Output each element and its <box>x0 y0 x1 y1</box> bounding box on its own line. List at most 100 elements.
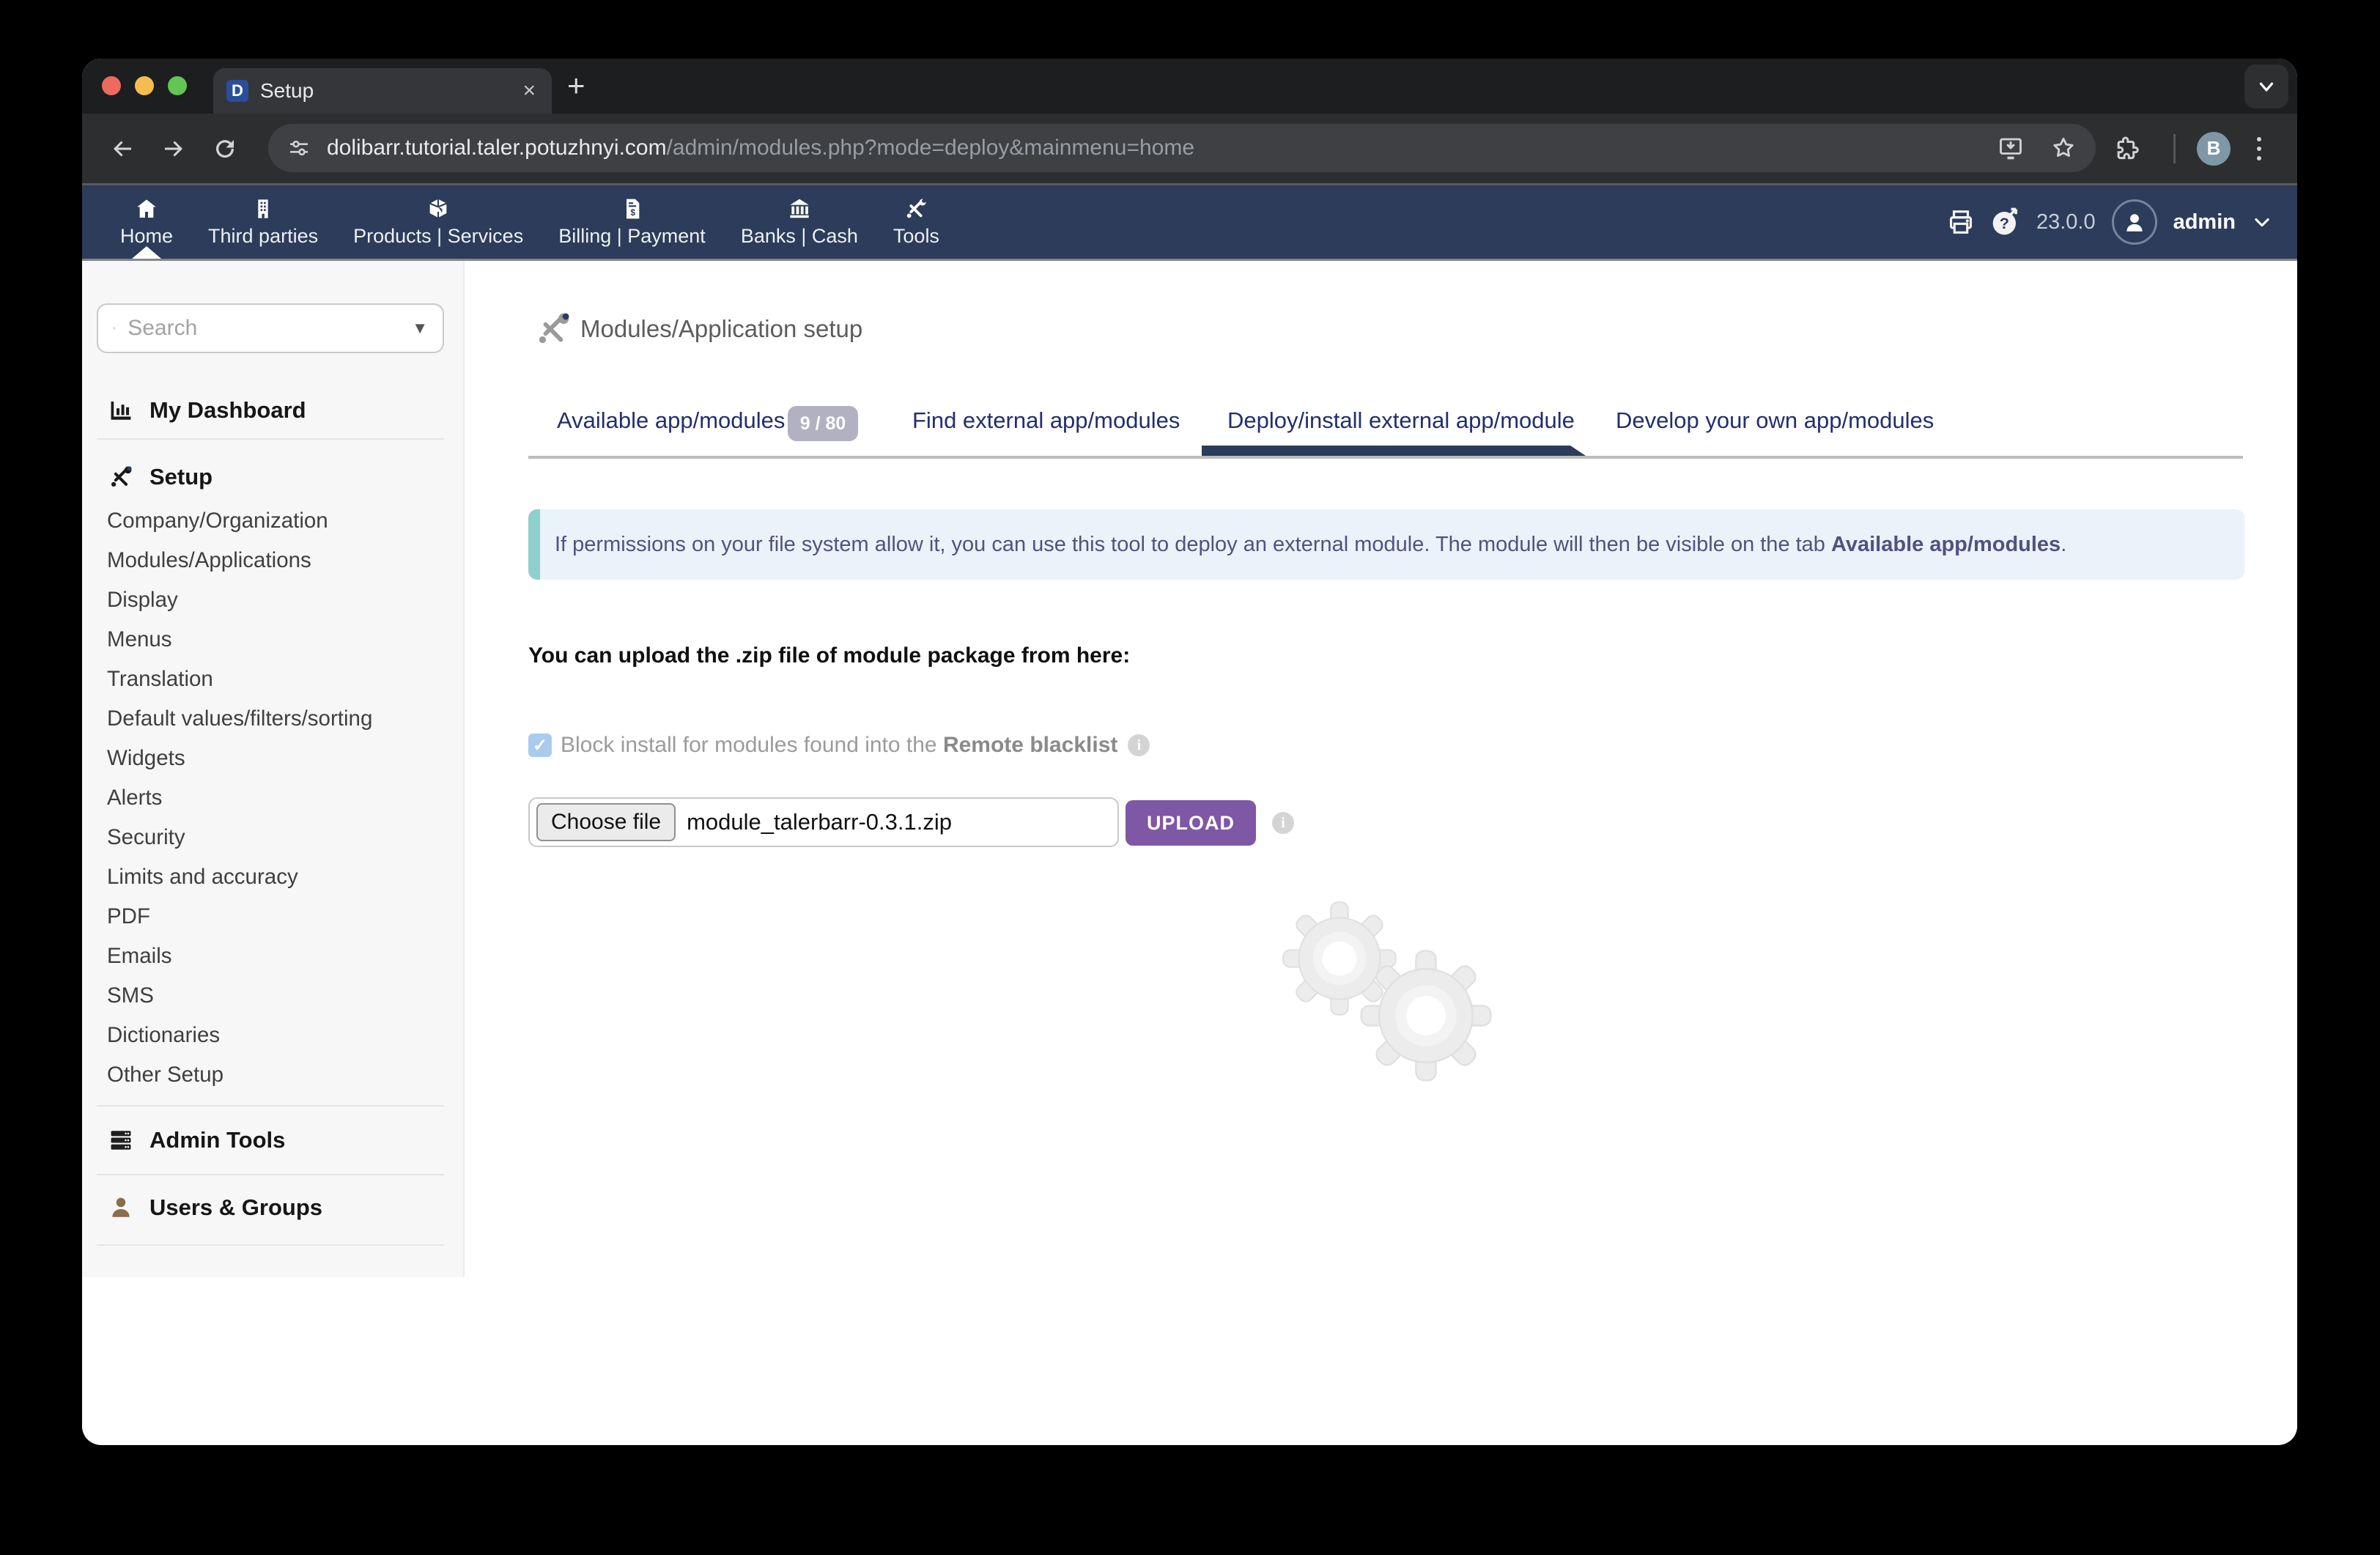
menu-item-tools[interactable]: Tools <box>876 185 957 259</box>
browser-tab[interactable]: D Setup × <box>213 68 552 114</box>
tab-close-icon[interactable]: × <box>522 78 536 103</box>
search-icon <box>113 317 116 340</box>
close-window-button[interactable] <box>102 76 121 95</box>
menu-item-banks-cash[interactable]: Banks | Cash <box>723 185 876 259</box>
print-icon[interactable] <box>1947 208 1975 236</box>
product-box-icon <box>426 197 450 221</box>
reload-icon <box>212 136 238 162</box>
top-menu-right: ? 23.0.0 admin <box>1947 185 2272 259</box>
tab-available-modules[interactable]: Available app/modules <box>557 407 785 434</box>
menu-item-billing-payment[interactable]: $ Billing | Payment <box>541 185 723 259</box>
menu-item-home[interactable]: Home <box>103 185 191 259</box>
upload-button[interactable]: UPLOAD <box>1126 800 1256 846</box>
sidebar-item-other-setup[interactable]: Other Setup <box>107 1055 372 1095</box>
tab-develop-own[interactable]: Develop your own app/modules <box>1616 407 1934 434</box>
sidebar-item-dictionaries[interactable]: Dictionaries <box>107 1016 372 1055</box>
sidebar-item-widgets[interactable]: Widgets <box>107 739 372 778</box>
tab-deploy-install[interactable]: Deploy/install external app/module <box>1227 407 1575 434</box>
dashboard-chart-icon <box>108 398 133 423</box>
blacklist-checkbox[interactable]: ✓ <box>528 734 552 757</box>
profile-avatar[interactable]: B <box>2197 114 2231 183</box>
sidebar-item-setup[interactable]: Setup <box>82 451 463 503</box>
user-icon <box>108 1195 133 1220</box>
blacklist-info-icon[interactable]: i <box>1128 734 1150 756</box>
dolibarr-top-menu: Home Third parties Products | Servi <box>82 185 2297 261</box>
logged-user-name[interactable]: admin <box>2173 210 2236 234</box>
upload-info-icon[interactable]: i <box>1272 812 1294 834</box>
sidebar-item-dashboard[interactable]: My Dashboard <box>82 385 463 436</box>
choose-file-button[interactable]: Choose file <box>536 803 676 841</box>
browser-window: D Setup × + <box>82 59 2297 1445</box>
three-dot-menu-icon <box>2257 137 2261 160</box>
left-sidebar: ▼ My Dashboard Setup <box>82 261 465 1277</box>
sidebar-item-company-organization[interactable]: Company/Organization <box>107 501 372 541</box>
desktop-background: D Setup × + <box>0 0 2380 1555</box>
menu-item-third-parties[interactable]: Third parties <box>191 185 336 259</box>
maximize-window-button[interactable] <box>168 76 187 95</box>
profile-initial: B <box>2197 132 2231 166</box>
url-path: /admin/modules.php?mode=deploy&mainmenu=… <box>667 136 1194 160</box>
sidebar-item-modules-applications[interactable]: Modules/Applications <box>107 541 372 580</box>
sidebar-divider <box>97 1244 444 1246</box>
sidebar-item-translation[interactable]: Translation <box>107 660 372 699</box>
help-icon[interactable]: ? <box>1991 207 2020 237</box>
sidebar-item-admin-tools[interactable]: Admin Tools <box>82 1115 463 1166</box>
install-app-icon[interactable] <box>1998 135 2024 161</box>
setup-tools-icon <box>108 465 133 490</box>
minimize-window-button[interactable] <box>135 76 154 95</box>
file-input[interactable]: Choose file module_talerbarr-0.3.1.zip <box>528 797 1119 847</box>
search-input[interactable] <box>126 315 412 341</box>
bill-icon: $ <box>621 197 644 221</box>
sidebar-item-menus[interactable]: Menus <box>107 620 372 660</box>
bank-icon <box>788 197 811 221</box>
tabbar-baseline <box>528 456 2243 459</box>
user-menu-chevron-icon[interactable] <box>2252 212 2272 232</box>
extensions-button[interactable] <box>2113 114 2141 183</box>
sidebar-item-security[interactable]: Security <box>107 818 372 857</box>
tab-search-chevron-button[interactable] <box>2244 64 2288 108</box>
new-tab-button[interactable]: + <box>567 70 585 101</box>
sidebar-divider <box>97 1105 444 1107</box>
bookmark-star-icon[interactable] <box>2050 135 2077 161</box>
tab-find-external[interactable]: Find external app/modules <box>912 407 1180 434</box>
reload-button[interactable] <box>207 114 243 183</box>
main-menu: Home Third parties Products | Servi <box>82 185 957 259</box>
svg-text:$: $ <box>630 207 635 217</box>
version-text: 23.0.0 <box>2036 210 2096 234</box>
user-avatar-icon[interactable] <box>2112 199 2157 245</box>
browser-toolbar: dolibarr.tutorial.taler.potuzhnyi.com/ad… <box>82 114 2297 183</box>
upload-instruction: You can upload the .zip file of module p… <box>528 643 1130 668</box>
menu-item-products-services[interactable]: Products | Services <box>336 185 541 259</box>
url-bar[interactable]: dolibarr.tutorial.taler.potuzhnyi.com/ad… <box>268 124 2096 172</box>
url-domain: dolibarr.tutorial.taler.potuzhnyi.com <box>327 136 667 160</box>
sidebar-divider <box>97 438 444 440</box>
site-settings-icon[interactable] <box>287 136 311 160</box>
sidebar-item-display[interactable]: Display <box>107 580 372 620</box>
browser-tabstrip: D Setup × + <box>82 59 2297 114</box>
page-title: Modules/Application setup <box>580 315 862 343</box>
svg-text:?: ? <box>2000 214 2009 232</box>
sidebar-item-sms[interactable]: SMS <box>107 976 372 1016</box>
gears-watermark-icon <box>1232 891 1577 1140</box>
main-content: Modules/Application setup Available app/… <box>463 261 2297 1441</box>
setup-menu-list: Company/Organization Modules/Application… <box>107 501 372 1095</box>
tools-icon <box>904 197 928 221</box>
forward-button[interactable] <box>155 114 192 183</box>
tab-title: Setup <box>260 79 522 103</box>
sidebar-search-box[interactable]: ▼ <box>97 303 444 353</box>
info-banner-text: If permissions on your file system allow… <box>555 533 2066 557</box>
browser-menu-button[interactable] <box>2257 114 2261 183</box>
home-icon <box>135 197 158 221</box>
info-banner: If permissions on your file system allow… <box>528 509 2244 580</box>
back-button[interactable] <box>104 114 141 183</box>
sidebar-item-limits-accuracy[interactable]: Limits and accuracy <box>107 857 372 897</box>
page-body: ▼ My Dashboard Setup <box>82 261 2297 1441</box>
sidebar-item-users-groups[interactable]: Users & Groups <box>82 1182 463 1233</box>
sidebar-item-alerts[interactable]: Alerts <box>107 778 372 818</box>
sidebar-item-emails[interactable]: Emails <box>107 937 372 976</box>
sidebar-item-pdf[interactable]: PDF <box>107 897 372 937</box>
selected-file-name: module_talerbarr-0.3.1.zip <box>687 809 952 835</box>
back-arrow-icon <box>109 136 136 162</box>
search-scope-caret-icon[interactable]: ▼ <box>412 319 428 338</box>
sidebar-item-default-values[interactable]: Default values/filters/sorting <box>107 699 372 739</box>
